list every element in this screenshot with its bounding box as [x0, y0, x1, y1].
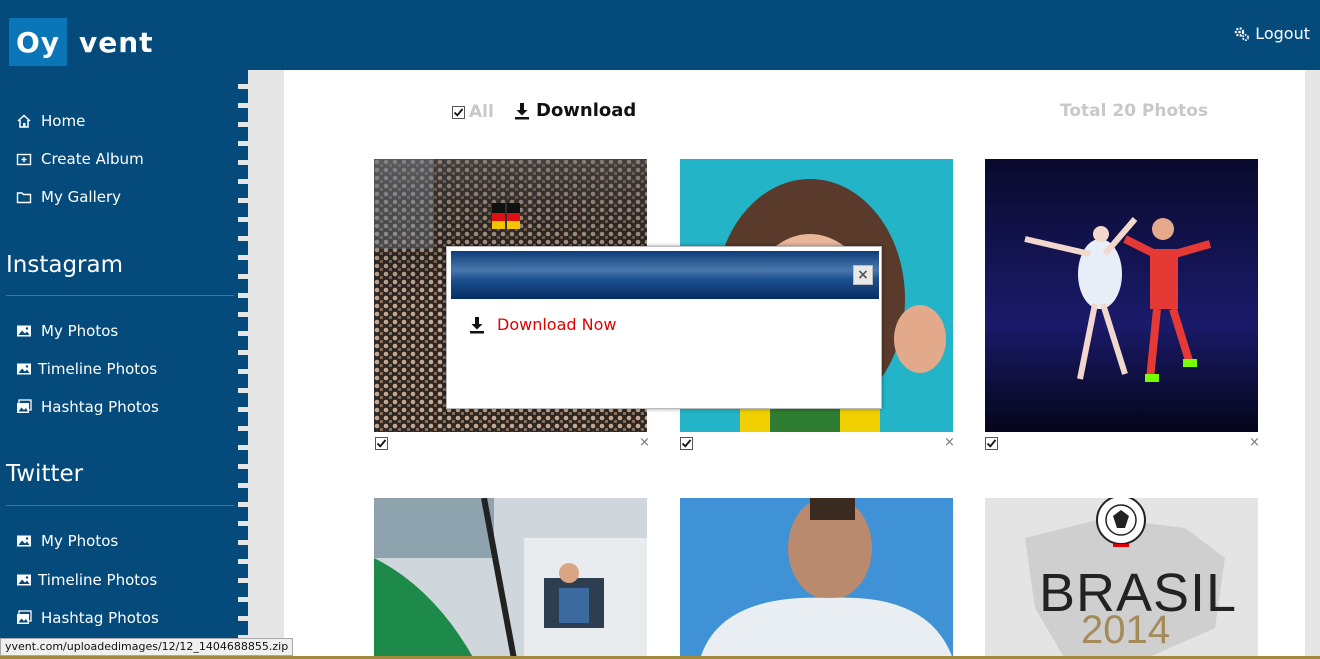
- image-icon: [17, 535, 31, 547]
- sidebar-item-label: Timeline Photos: [38, 571, 158, 589]
- divider: [6, 295, 234, 296]
- sidebar-item-my-gallery[interactable]: My Gallery: [16, 188, 121, 206]
- images-icon: [17, 399, 32, 413]
- sidebar-item-label: Home: [41, 112, 86, 130]
- photo-thumbnail[interactable]: [985, 159, 1258, 432]
- logo-text: vent: [79, 25, 154, 59]
- select-all-control[interactable]: All: [452, 102, 494, 122]
- top-bar: Oy vent Logout: [0, 0, 1320, 70]
- brasil-year-text: 2014: [1081, 608, 1170, 652]
- sidebar-perforated-edge: [238, 70, 248, 659]
- logout-button[interactable]: Logout: [1234, 24, 1310, 43]
- sidebar-item-twitter-my-photos[interactable]: My Photos: [16, 532, 118, 550]
- gears-icon: [1235, 26, 1250, 41]
- sidebar-item-label: Create Album: [41, 150, 144, 168]
- select-all-checkbox[interactable]: [452, 105, 465, 119]
- photo-helicopter: [374, 498, 647, 659]
- photo-checkbox[interactable]: [985, 437, 998, 450]
- image-icon: [17, 574, 31, 586]
- dialog-header: ×: [451, 251, 879, 299]
- logo[interactable]: Oy vent: [9, 18, 154, 66]
- download-button[interactable]: Download: [514, 100, 636, 121]
- photo-thumbnail[interactable]: [680, 498, 953, 659]
- image-icon: [17, 325, 31, 337]
- sidebar-item-label: Hashtag Photos: [41, 609, 159, 627]
- add-album-icon: [16, 153, 32, 166]
- sidebar-item-label: My Photos: [41, 532, 119, 550]
- sidebar-item-twitter-hashtag-photos[interactable]: Hashtag Photos: [16, 609, 159, 627]
- sidebar-item-instagram-timeline-photos[interactable]: Timeline Photos: [16, 360, 157, 378]
- download-dialog: × Download Now: [446, 246, 882, 409]
- sidebar-item-instagram-my-photos[interactable]: My Photos: [16, 322, 118, 340]
- sidebar-item-label: Hashtag Photos: [41, 398, 159, 416]
- photo-player-white: [680, 498, 953, 659]
- photo-ballet-footballer: [985, 159, 1258, 432]
- photo-checkbox[interactable]: [680, 437, 693, 450]
- sidebar-item-instagram-hashtag-photos[interactable]: Hashtag Photos: [16, 398, 159, 416]
- remove-photo-button[interactable]: ×: [639, 435, 650, 450]
- download-icon: [470, 316, 484, 333]
- home-icon: [17, 114, 31, 128]
- browser-status-bar: yvent.com/uploadedimages/12/12_140468885…: [0, 638, 294, 656]
- select-all-label: All: [469, 102, 494, 122]
- sidebar-item-label: My Gallery: [41, 188, 122, 206]
- logo-box: Oy: [9, 18, 67, 66]
- content-gutter-right: [1305, 70, 1320, 659]
- download-now-link[interactable]: Download Now: [469, 315, 616, 334]
- images-icon: [17, 610, 32, 624]
- photo-thumbnail[interactable]: [374, 498, 647, 659]
- download-icon: [515, 102, 529, 119]
- total-photos-count: Total 20 Photos: [1060, 101, 1209, 121]
- sidebar-item-home[interactable]: Home: [16, 112, 85, 130]
- section-title-instagram: Instagram: [6, 252, 124, 278]
- sidebar-item-label: Timeline Photos: [38, 360, 158, 378]
- download-now-label: Download Now: [497, 315, 617, 334]
- content-gutter-left: [248, 70, 284, 659]
- image-icon: [17, 363, 31, 375]
- remove-photo-button[interactable]: ×: [944, 435, 955, 450]
- sidebar-item-twitter-timeline-photos[interactable]: Timeline Photos: [16, 571, 157, 589]
- divider: [6, 505, 234, 506]
- remove-photo-button[interactable]: ×: [1249, 435, 1260, 450]
- sidebar-item-label: My Photos: [41, 322, 119, 340]
- dialog-close-button[interactable]: ×: [853, 265, 873, 285]
- logout-label: Logout: [1255, 24, 1310, 43]
- sidebar-item-create-album[interactable]: Create Album: [16, 150, 144, 168]
- download-label: Download: [536, 100, 637, 121]
- photo-thumbnail[interactable]: BRASIL 2014: [985, 498, 1258, 659]
- folder-icon: [16, 192, 32, 204]
- section-title-twitter: Twitter: [6, 461, 84, 487]
- photo-checkbox[interactable]: [375, 437, 388, 450]
